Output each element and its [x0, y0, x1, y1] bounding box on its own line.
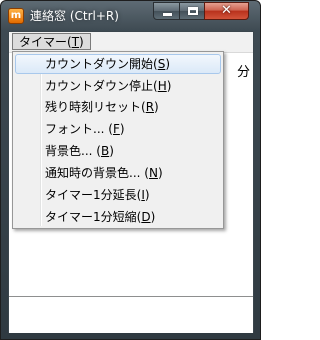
timer-dropdown-menu: カウントダウン開始(S) カウントダウン停止(H) 残り時刻リセット(R) フォ… [12, 51, 224, 229]
menu-timer[interactable]: タイマー(T) [12, 33, 91, 50]
menu-timer-label: タイマー( [19, 35, 72, 49]
menu-item-notify-background-color[interactable]: 通知時の背景色... (N) [15, 163, 221, 183]
app-icon[interactable]: m [8, 8, 24, 24]
close-button[interactable]: ✕ [204, 2, 249, 20]
menu-item-suffix: ) [119, 122, 125, 136]
menu-item-reset-remaining[interactable]: 残り時刻リセット(R) [15, 97, 221, 117]
title-bar[interactable]: m 連絡窓 (Ctrl+R) ✕ [1, 1, 260, 31]
menu-timer-suffix: ) [79, 35, 84, 49]
menu-item-mnemonic: R [145, 100, 155, 114]
menu-item-extend-one-minute[interactable]: タイマー1分延長(I) [15, 185, 221, 205]
menu-item-label: 残り時刻リセット( [45, 100, 146, 114]
minimize-icon [163, 13, 172, 16]
menu-timer-mnemonic: T [71, 35, 80, 49]
menu-item-stop-countdown[interactable]: カウントダウン停止(H) [15, 76, 221, 96]
minimize-button[interactable] [153, 2, 180, 20]
menu-item-suffix: ) [150, 210, 156, 224]
menu-item-label: カウントダウン停止( [45, 79, 158, 93]
menu-item-suffix: ) [144, 188, 150, 202]
menu-item-label: 背景色... ( [45, 144, 101, 158]
menu-item-label: 通知時の背景色... ( [45, 166, 149, 180]
menu-item-mnemonic: N [148, 166, 158, 180]
message-input[interactable] [9, 296, 253, 333]
menu-item-start-countdown[interactable]: カウントダウン開始(S) [15, 54, 221, 74]
maximize-button[interactable] [179, 2, 205, 20]
menu-item-suffix: ) [166, 79, 172, 93]
menu-item-mnemonic: F [112, 122, 120, 136]
menu-item-label: フォント... ( [45, 122, 113, 136]
menu-item-mnemonic: H [157, 79, 167, 93]
menu-item-font[interactable]: フォント... (F) [15, 119, 221, 139]
maximize-icon [188, 7, 198, 15]
menu-item-background-color[interactable]: 背景色... (B) [15, 141, 221, 161]
menu-item-suffix: ) [165, 57, 170, 71]
menu-item-suffix: ) [154, 100, 159, 114]
menu-item-suffix: ) [109, 144, 114, 158]
window-title: 連絡窓 (Ctrl+R) [30, 9, 119, 23]
menu-item-label: タイマー1分短縮( [45, 210, 142, 224]
menu-item-mnemonic: D [141, 210, 151, 224]
close-icon: ✕ [221, 3, 232, 18]
timer-display-text: 分 [236, 65, 250, 80]
menu-item-shorten-one-minute[interactable]: タイマー1分短縮(D) [15, 207, 221, 227]
menu-item-mnemonic: B [100, 144, 110, 158]
menu-item-label: カウントダウン開始( [45, 57, 158, 71]
menu-bar: タイマー(T) [9, 32, 253, 53]
menu-item-suffix: ) [157, 166, 163, 180]
app-window: m 連絡窓 (Ctrl+R) ✕ タイマー(T) 分 カウントダウン開始(S) … [0, 0, 261, 340]
menu-item-label: タイマー1分延長( [45, 188, 142, 202]
